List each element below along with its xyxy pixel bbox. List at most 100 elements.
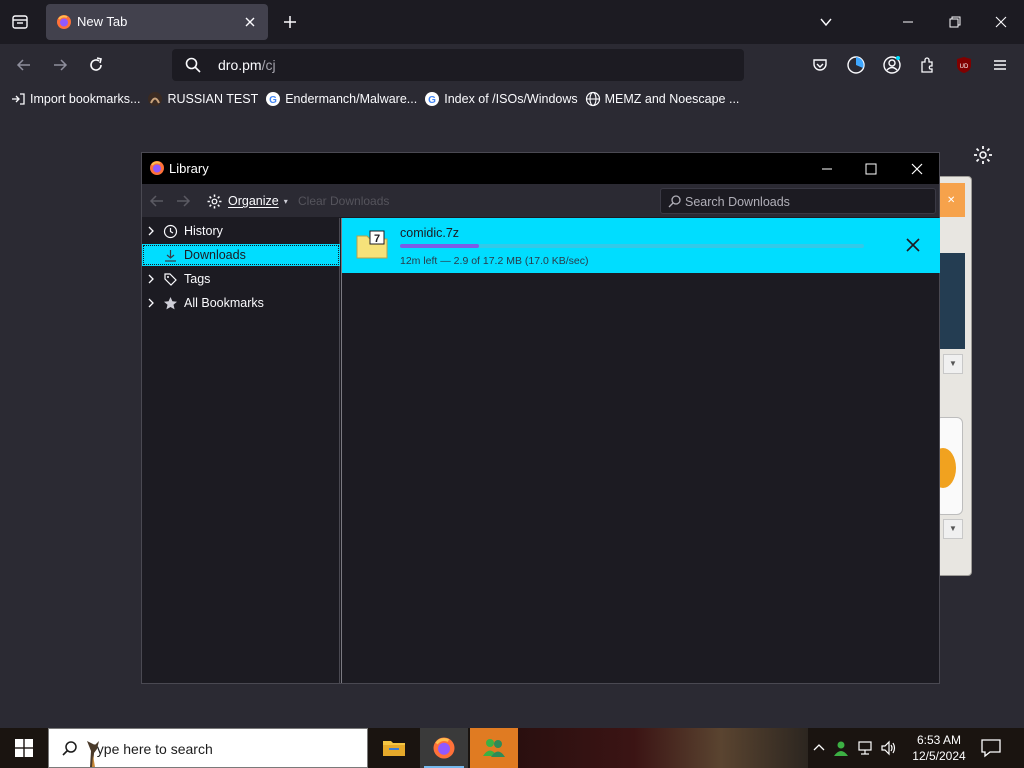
- download-progress-bar: [400, 244, 864, 248]
- minimize-icon: [822, 168, 832, 170]
- google-icon: G: [424, 91, 440, 107]
- search-placeholder: Search Downloads: [685, 195, 790, 209]
- taskbar-file-explorer[interactable]: [370, 728, 418, 768]
- close-window-button[interactable]: [987, 8, 1015, 36]
- bookmark-label: MEMZ and Noescape ...: [604, 92, 740, 106]
- volume-icon[interactable]: [880, 739, 898, 757]
- sidebar-item-label: Downloads: [184, 248, 246, 262]
- maximize-icon: [865, 163, 877, 175]
- close-icon: [995, 16, 1007, 28]
- sidebar-item-all-bookmarks[interactable]: All Bookmarks: [142, 292, 340, 314]
- sidebar-item-tags[interactable]: Tags: [142, 268, 340, 290]
- bookmark-label: RUSSIAN TEST: [167, 92, 259, 106]
- clear-downloads-button[interactable]: Clear Downloads: [298, 194, 389, 208]
- bookmarks-toolbar: Import bookmarks... RUSSIAN TEST G Ender…: [0, 86, 1024, 112]
- chevron-up-icon[interactable]: [812, 741, 826, 755]
- bookmark-label: Endermanch/Malware...: [285, 92, 418, 106]
- svg-text:G: G: [428, 95, 436, 106]
- svg-text:G: G: [269, 95, 277, 106]
- bookmark-label: Import bookmarks...: [30, 92, 141, 106]
- clock-date: 12/5/2024: [912, 749, 966, 763]
- restore-button[interactable]: [941, 8, 969, 36]
- new-tab-button[interactable]: [276, 8, 304, 36]
- search-downloads-input[interactable]: Search Downloads: [660, 188, 936, 214]
- chevron-right-icon[interactable]: [142, 298, 160, 308]
- menu-button[interactable]: [986, 51, 1014, 79]
- back-button[interactable]: [10, 51, 38, 79]
- bookmark-russian-test[interactable]: RUSSIAN TEST: [147, 91, 258, 107]
- close-tab-icon[interactable]: [242, 14, 258, 30]
- minimize-icon: [903, 21, 913, 23]
- library-minimize-button[interactable]: [813, 157, 841, 181]
- library-maximize-button[interactable]: [857, 157, 885, 181]
- avatar-icon: [147, 91, 163, 107]
- import-icon: [10, 91, 26, 107]
- ublock-button[interactable]: UD: [950, 51, 978, 79]
- gear-icon: [207, 194, 222, 208]
- pocket-button[interactable]: [806, 51, 834, 79]
- bookmark-import[interactable]: Import bookmarks...: [10, 91, 140, 107]
- extensions-button[interactable]: [914, 51, 942, 79]
- clock-time: 6:53 AM: [916, 733, 962, 747]
- scroll-down-icon[interactable]: ▼: [943, 354, 963, 374]
- taskbar-search-box[interactable]: Type here to search: [48, 728, 368, 768]
- ublock-icon: UD: [957, 57, 971, 73]
- download-item[interactable]: 7 comidic.7z 12m left — 2.9 of 17.2 MB (…: [342, 218, 940, 273]
- chevron-right-icon[interactable]: [142, 274, 160, 284]
- users-app-icon: [483, 739, 505, 757]
- windows-taskbar: Type here to search 6:53 AM 12/5/2024: [0, 728, 1024, 768]
- taskbar-app-3[interactable]: [470, 728, 518, 768]
- network-icon[interactable]: [856, 739, 874, 757]
- organize-button[interactable]: Organize ▾: [206, 190, 288, 212]
- arrow-left-icon: [16, 59, 30, 71]
- reload-icon: [90, 57, 102, 71]
- globe-icon: [585, 91, 601, 107]
- forward-button[interactable]: [46, 51, 74, 79]
- notification-icon[interactable]: [980, 738, 1002, 758]
- close-icon: ✕: [947, 195, 956, 206]
- tab-list-icon[interactable]: [6, 8, 34, 36]
- tab-new-tab[interactable]: New Tab: [46, 4, 268, 40]
- sidebar-item-downloads[interactable]: Downloads: [142, 244, 340, 266]
- arrow-left-icon[interactable]: [148, 192, 166, 210]
- download-filename: comidic.7z: [400, 226, 460, 240]
- search-icon: [62, 741, 77, 756]
- chevron-right-icon[interactable]: [142, 226, 160, 236]
- sidebar-item-label: All Bookmarks: [184, 296, 264, 310]
- taskbar-firefox[interactable]: [420, 728, 468, 768]
- library-close-button[interactable]: [903, 157, 931, 181]
- start-button[interactable]: [0, 728, 48, 768]
- minimize-button[interactable]: [894, 8, 922, 36]
- bookmark-endermanch[interactable]: G Endermanch/Malware...: [265, 91, 417, 107]
- extension-circle-icon: [847, 56, 865, 74]
- bookmark-memz[interactable]: MEMZ and Noescape ...: [585, 91, 740, 107]
- tag-icon: [160, 271, 180, 287]
- taskbar-wallpaper: [518, 728, 808, 768]
- user-tray-icon[interactable]: [832, 739, 850, 757]
- list-all-tabs-button[interactable]: [812, 8, 840, 36]
- puzzle-icon: [921, 57, 933, 73]
- cancel-download-icon[interactable]: [904, 236, 922, 254]
- gear-icon[interactable]: [972, 144, 994, 166]
- account-button[interactable]: [878, 51, 906, 79]
- organize-label: Organize: [228, 194, 279, 208]
- bookmark-index-isos[interactable]: G Index of /ISOs/Windows: [424, 91, 578, 107]
- download-status: 12m left — 2.9 of 17.2 MB (17.0 KB/sec): [400, 255, 589, 267]
- bookmark-label: Index of /ISOs/Windows: [444, 92, 578, 106]
- extension-button-1[interactable]: [842, 51, 870, 79]
- svg-text:7: 7: [374, 233, 380, 245]
- restore-icon: [949, 16, 961, 28]
- url-text: dro.pm/cj: [218, 57, 276, 73]
- sidebar-item-history[interactable]: History: [142, 220, 340, 242]
- firefox-icon: [150, 161, 164, 175]
- url-bar[interactable]: dro.pm/cj: [172, 49, 744, 81]
- reload-button[interactable]: [82, 51, 110, 79]
- scroll-down-icon[interactable]: ▼: [943, 519, 963, 539]
- account-icon: [883, 56, 901, 74]
- arrow-right-icon[interactable]: [174, 192, 192, 210]
- firefox-icon: [57, 15, 71, 29]
- clock-icon: [160, 223, 180, 239]
- taskbar-search-placeholder: Type here to search: [89, 741, 213, 757]
- tab-title: New Tab: [77, 14, 128, 29]
- taskbar-clock[interactable]: 6:53 AM 12/5/2024: [908, 732, 970, 764]
